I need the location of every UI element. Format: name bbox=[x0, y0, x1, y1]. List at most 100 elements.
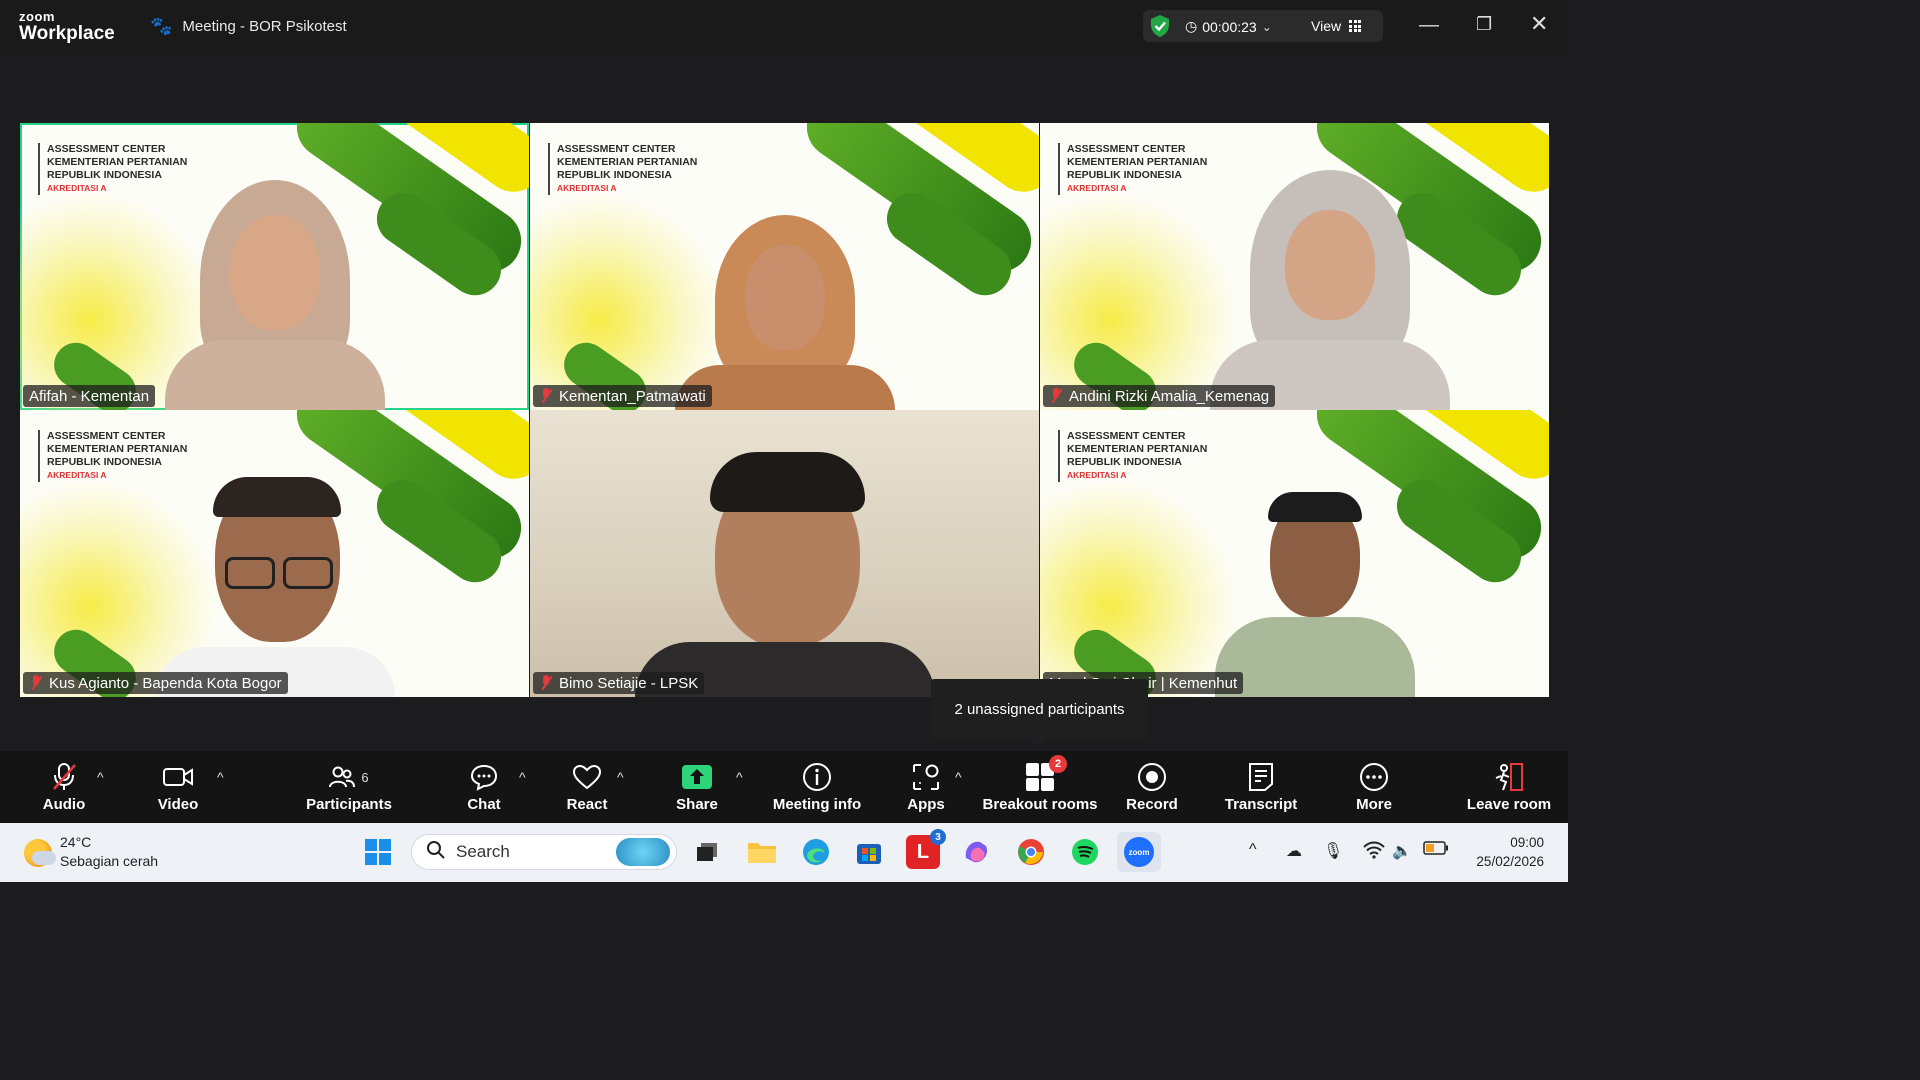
transcript-button[interactable]: Transcript bbox=[1225, 761, 1297, 817]
weather-condition: Sebagian cerah bbox=[60, 853, 159, 869]
volume-icon[interactable]: 🔈 bbox=[1392, 841, 1412, 861]
search-icon bbox=[426, 840, 446, 865]
participant-name: Kementan_Patmawati bbox=[533, 385, 712, 407]
security-shield-icon[interactable] bbox=[1149, 14, 1171, 38]
edge-browser-icon[interactable] bbox=[799, 835, 833, 869]
info-icon bbox=[802, 761, 832, 793]
share-options-chevron-icon[interactable]: ^ bbox=[736, 769, 743, 785]
battery-icon[interactable] bbox=[1423, 841, 1449, 860]
audio-button[interactable]: Audio bbox=[40, 761, 88, 817]
mic-muted-icon bbox=[29, 675, 43, 691]
participant-name: Kus Agianto - Bapenda Kota Bogor bbox=[23, 672, 288, 694]
l-app-badge: 3 bbox=[930, 829, 946, 845]
video-options-chevron-icon[interactable]: ^ bbox=[217, 769, 224, 785]
virtual-background-text: ASSESSMENT CENTER KEMENTERIAN PERTANIAN RE… bbox=[548, 143, 697, 195]
logo-workplace-text: Workplace bbox=[19, 23, 115, 44]
breakout-rooms-button[interactable]: 2 Breakout rooms bbox=[982, 755, 1098, 817]
logo-zoom-text: zoom bbox=[19, 9, 55, 24]
show-hidden-icons-chevron-icon[interactable]: ^ bbox=[1249, 841, 1257, 859]
record-button[interactable]: Record bbox=[1126, 761, 1178, 817]
weather-temp: 24°C bbox=[60, 834, 92, 850]
chevron-down-icon: ⌄ bbox=[1261, 19, 1272, 34]
record-icon bbox=[1137, 761, 1167, 793]
participant-video bbox=[1209, 170, 1450, 410]
close-icon[interactable]: ✕ bbox=[1530, 11, 1548, 37]
video-tile[interactable]: Bimo Setiajie - LPSK bbox=[530, 410, 1039, 697]
zoom-logo: zoom Workplace bbox=[19, 10, 115, 43]
more-button[interactable]: More bbox=[1352, 761, 1396, 817]
clock-date: 25/02/2026 bbox=[1476, 854, 1544, 869]
meeting-title[interactable]: 🐾 Meeting - BOR Psikotest bbox=[150, 16, 347, 37]
meeting-toolbar: Audio ^ Video ^ 6 Participants Chat ^ Re… bbox=[0, 751, 1568, 823]
virtual-background-text: ASSESSMENT CENTER KEMENTERIAN PERTANIAN RE… bbox=[1058, 143, 1207, 195]
participant-name: Bimo Setiajie - LPSK bbox=[533, 672, 705, 694]
file-explorer-icon[interactable] bbox=[745, 835, 779, 869]
input-indicator-icon[interactable]: 🎙 bbox=[1323, 841, 1343, 861]
share-button[interactable]: Share bbox=[676, 761, 718, 817]
more-options-icon bbox=[1359, 761, 1389, 793]
breakout-rooms-icon: 2 bbox=[1025, 755, 1067, 793]
video-gallery: ASSESSMENT CENTER KEMENTERIAN PERTANIAN RE… bbox=[20, 123, 1549, 697]
leave-room-button[interactable]: Leave room bbox=[1467, 761, 1551, 817]
meeting-timer[interactable]: ◷ 00:00:23 ⌄ bbox=[1185, 18, 1272, 35]
minimize-icon[interactable]: — bbox=[1419, 14, 1439, 37]
meeting-info-button[interactable]: Meeting info bbox=[772, 761, 862, 817]
l-app-icon[interactable]: L 3 bbox=[906, 829, 946, 869]
clock-icon: ◷ bbox=[1185, 18, 1198, 34]
transcript-icon bbox=[1247, 761, 1275, 793]
breakout-rooms-tooltip: 2 unassigned participants bbox=[931, 679, 1148, 747]
mic-muted-icon bbox=[50, 761, 78, 793]
search-placeholder: Search bbox=[456, 842, 510, 861]
video-tile[interactable]: ASSESSMENT CENTER KEMENTERIAN PERTANIAN RE… bbox=[1040, 123, 1549, 410]
mic-muted-icon bbox=[539, 388, 553, 404]
weather-widget[interactable]: 24°C Sebagian cerah bbox=[24, 833, 158, 871]
apps-icon bbox=[911, 761, 941, 793]
participant-video bbox=[135, 457, 415, 697]
video-camera-icon bbox=[162, 761, 194, 793]
restore-icon[interactable]: ❐ bbox=[1476, 14, 1492, 35]
cloud-offline-icon[interactable]: ☁ bbox=[1286, 841, 1302, 861]
chrome-browser-icon[interactable] bbox=[1014, 835, 1048, 869]
audio-options-chevron-icon[interactable]: ^ bbox=[97, 769, 104, 785]
video-tile[interactable]: ASSESSMENT CENTER KEMENTERIAN PERTANIAN RE… bbox=[20, 410, 529, 697]
participants-count: 6 bbox=[361, 769, 369, 785]
windows-start-icon[interactable] bbox=[361, 835, 395, 869]
zoom-app-icon[interactable]: zoom bbox=[1117, 832, 1161, 872]
video-button[interactable]: Video bbox=[155, 761, 201, 817]
participant-name: Andini Rizki Amalia_Kemenag bbox=[1043, 385, 1276, 407]
video-tile[interactable]: ASSESSMENT CENTER KEMENTERIAN PERTANIAN RE… bbox=[1040, 410, 1549, 697]
video-tile[interactable]: ASSESSMENT CENTER KEMENTERIAN PERTANIAN RE… bbox=[20, 123, 529, 410]
participant-video bbox=[164, 160, 385, 410]
wifi-icon[interactable] bbox=[1363, 841, 1385, 864]
windows-taskbar: 24°C Sebagian cerah Search L 3 zoom ^ ☁ bbox=[0, 823, 1568, 882]
mic-muted-icon bbox=[1049, 388, 1063, 404]
react-options-chevron-icon[interactable]: ^ bbox=[617, 769, 624, 785]
chat-icon bbox=[470, 761, 498, 793]
participant-name: Afifah - Kementan bbox=[23, 385, 156, 407]
timer-text: 00:00:23 bbox=[1202, 18, 1257, 35]
participants-button[interactable]: 6 Participants bbox=[306, 761, 392, 817]
apps-options-chevron-icon[interactable]: ^ bbox=[955, 769, 962, 785]
clock-time: 09:00 bbox=[1510, 835, 1544, 850]
task-view-icon[interactable] bbox=[690, 835, 724, 869]
breakout-badge: 2 bbox=[1049, 755, 1067, 773]
chat-button[interactable]: Chat bbox=[466, 761, 502, 817]
participant-video bbox=[634, 427, 935, 697]
partly-cloudy-icon bbox=[24, 839, 56, 867]
taskbar-search[interactable]: Search bbox=[411, 834, 677, 870]
participant-video bbox=[665, 215, 905, 410]
copilot-icon[interactable] bbox=[960, 835, 994, 869]
meeting-status-pill: ◷ 00:00:23 ⌄ View bbox=[1143, 10, 1383, 42]
system-clock[interactable]: 09:00 25/02/2026 bbox=[1476, 833, 1544, 871]
paw-icon: 🐾 bbox=[150, 16, 173, 36]
view-button[interactable]: View bbox=[1311, 18, 1362, 34]
video-tile[interactable]: ASSESSMENT CENTER KEMENTERIAN PERTANIAN RE… bbox=[530, 123, 1039, 410]
microsoft-store-icon[interactable] bbox=[852, 835, 886, 869]
title-bar: zoom Workplace 🐾 Meeting - BOR Psikotest… bbox=[0, 0, 1568, 54]
virtual-background-text: ASSESSMENT CENTER KEMENTERIAN PERTANIAN RE… bbox=[1058, 430, 1207, 482]
react-button[interactable]: React bbox=[567, 761, 607, 817]
apps-button[interactable]: Apps bbox=[906, 761, 946, 817]
chat-options-chevron-icon[interactable]: ^ bbox=[519, 769, 526, 785]
view-label: View bbox=[1311, 18, 1342, 34]
spotify-icon[interactable] bbox=[1068, 835, 1102, 869]
